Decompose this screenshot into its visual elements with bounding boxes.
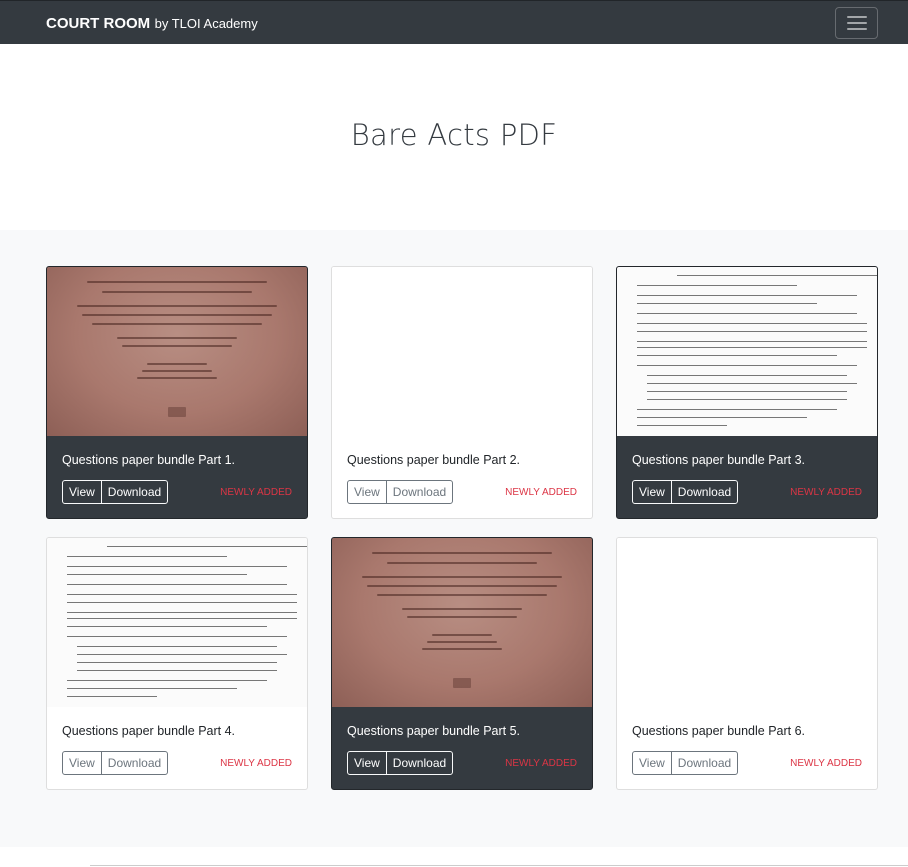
view-button[interactable]: View — [347, 480, 387, 504]
brand-subtitle: by TLOI Academy — [154, 16, 258, 31]
brand-link[interactable]: COURT ROOM by TLOI Academy — [46, 15, 258, 33]
newly-added-badge: NEWLY ADDED — [790, 758, 862, 769]
hero-section: Bare Acts PDF — [0, 44, 908, 230]
download-button[interactable]: Download — [100, 480, 169, 504]
card: Questions paper bundle Part 5. View Downlo… — [331, 537, 593, 790]
view-button[interactable]: View — [632, 751, 672, 775]
card: Questions paper bundle Part 2. View Downlo… — [331, 266, 593, 519]
card: Questions paper bundle Part 6. View Downlo… — [616, 537, 878, 790]
card-title: Questions paper bundle Part 4. — [62, 724, 236, 738]
card-thumbnail — [332, 538, 592, 707]
card-title: Questions paper bundle Part 6. — [632, 724, 806, 738]
brand-name: COURT ROOM — [46, 15, 151, 32]
card-button-group: View Download — [632, 480, 739, 504]
card-thumbnail — [47, 538, 307, 707]
card-title: Questions paper bundle Part 2. — [347, 453, 521, 467]
card-title: Questions paper bundle Part 3. — [632, 453, 806, 467]
card-thumbnail — [47, 267, 307, 436]
navbar-toggler-button[interactable] — [835, 7, 878, 39]
view-button[interactable]: View — [632, 480, 672, 504]
download-button[interactable]: Download — [670, 480, 739, 504]
card-title: Questions paper bundle Part 1. — [62, 453, 236, 467]
newly-added-badge: NEWLY ADDED — [220, 758, 292, 769]
card-thumbnail — [617, 538, 877, 707]
card: Questions paper bundle Part 4. View Downlo… — [46, 537, 308, 790]
card-thumbnail — [617, 267, 877, 436]
download-button[interactable]: Download — [385, 751, 454, 775]
view-button[interactable]: View — [62, 751, 102, 775]
card: Questions paper bundle Part 1. View Downlo… — [46, 266, 308, 519]
footer — [0, 847, 908, 867]
view-button[interactable]: View — [347, 751, 387, 775]
card-button-group: View Download — [347, 751, 454, 775]
newly-added-badge: NEWLY ADDED — [220, 487, 292, 498]
newly-added-badge: NEWLY ADDED — [790, 487, 862, 498]
card-button-group: View Download — [62, 480, 169, 504]
view-button[interactable]: View — [62, 480, 102, 504]
card-button-group: View Download — [632, 751, 739, 775]
card-button-group: View Download — [62, 751, 169, 775]
card: Questions paper bundle Part 3. View Downlo… — [616, 266, 878, 519]
card-title: Questions paper bundle Part 5. — [347, 724, 521, 738]
newly-added-badge: NEWLY ADDED — [505, 758, 577, 769]
card-button-group: View Download — [347, 480, 454, 504]
card-thumbnail — [332, 267, 592, 436]
download-button[interactable]: Download — [100, 751, 169, 775]
top-navbar: COURT ROOM by TLOI Academy — [0, 0, 908, 44]
page-title: Bare Acts PDF — [350, 118, 558, 152]
newly-added-badge: NEWLY ADDED — [505, 487, 577, 498]
download-button[interactable]: Download — [385, 480, 454, 504]
download-button[interactable]: Download — [670, 751, 739, 775]
